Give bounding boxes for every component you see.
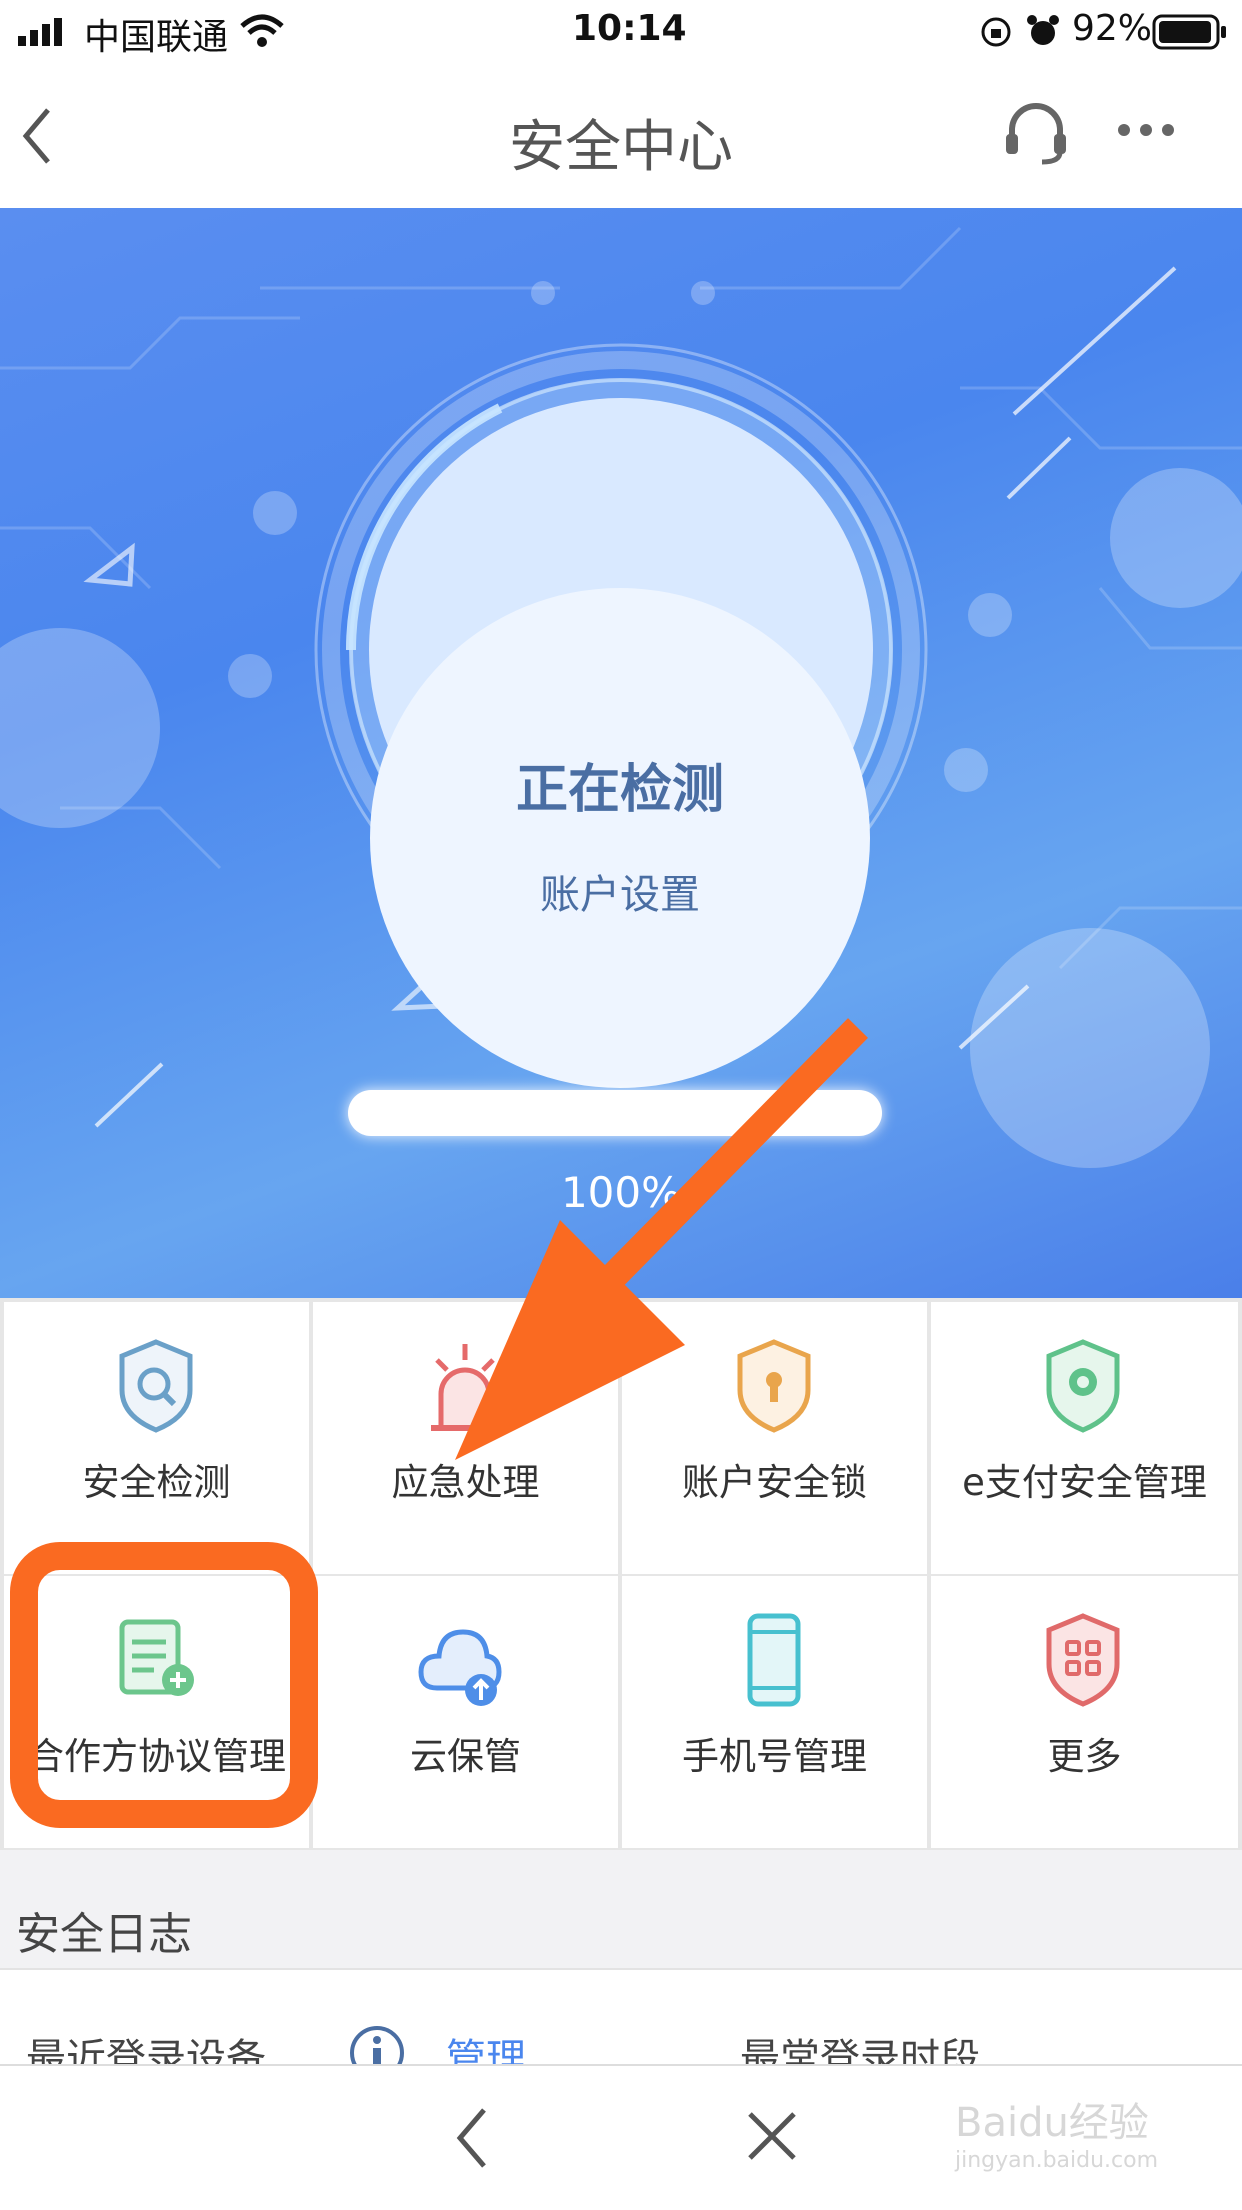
back-chevron-icon[interactable] (452, 2106, 492, 2170)
signal-icon (18, 18, 62, 46)
manage-link[interactable]: 管理 (446, 2026, 526, 2066)
grid-item-label: 账户安全锁 (682, 1461, 867, 1504)
grid-item-cloud-custody[interactable]: 云保管 (313, 1576, 618, 1848)
info-icon[interactable] (348, 2024, 406, 2066)
rotation-lock-icon (981, 17, 1011, 47)
common-time-label: 最常登录时段 (740, 2036, 980, 2066)
grid-item-account-lock[interactable]: 账户安全锁 (622, 1302, 927, 1574)
battery-percent: 92% (1072, 8, 1153, 49)
scan-status: 正在检测 (515, 759, 724, 820)
nav-bar: 安全中心 (0, 64, 1242, 210)
grid-item-label: 更多 (1047, 1735, 1122, 1778)
clock: 10:14 (572, 8, 687, 49)
grid-item-label: 云保管 (410, 1735, 521, 1778)
status-bar: 中国联通 10:14 92% (0, 0, 1242, 64)
cloud-upload-icon (418, 1629, 502, 1706)
carrier-label: 中国联通 (84, 17, 229, 58)
more-grid-icon (1046, 1613, 1120, 1707)
close-icon[interactable] (746, 2110, 798, 2162)
grid-item-partner-agreement[interactable]: 合作方协议管理 (4, 1576, 309, 1848)
search-shield-icon (119, 1339, 193, 1433)
security-log-panel: 最近登录设备 管理 最常登录时段 (0, 1968, 1242, 2066)
scan-item: 账户设置 (540, 871, 700, 918)
grid-item-label: 合作方协议管理 (27, 1735, 286, 1778)
security-log-title: 安全日志 (16, 1909, 192, 1960)
alarm-icon (1027, 15, 1059, 45)
security-scan-panel: 正在检测 账户设置 100% (0, 208, 1242, 1298)
document-add-icon (119, 1619, 194, 1696)
scan-progress-bar (348, 1090, 882, 1136)
grid-item-label: 手机号管理 (682, 1735, 867, 1778)
recent-device-label: 最近登录设备 (26, 2036, 266, 2066)
grid-item-emergency[interactable]: 应急处理 (313, 1302, 618, 1574)
baidu-watermark-url: jingyan.baidu.com (955, 2148, 1159, 2173)
phone-icon (747, 1613, 801, 1707)
lock-shield-icon (737, 1339, 811, 1433)
headset-icon[interactable] (1004, 100, 1068, 168)
gear-shield-icon (1046, 1339, 1120, 1433)
wifi-icon (240, 14, 284, 47)
grid-item-phone-management[interactable]: 手机号管理 (622, 1576, 927, 1848)
scan-circle: 正在检测 账户设置 (370, 588, 870, 1088)
grid-item-label: 应急处理 (391, 1461, 540, 1504)
function-grid: 安全检测 应急处理 账户安全锁 e支付安全管理 合作方协议管理 云保管 手机号管… (0, 1298, 1242, 1850)
alarm-light-icon (431, 1344, 499, 1431)
grid-item-epay-security[interactable]: e支付安全管理 (931, 1302, 1238, 1574)
more-dots-icon[interactable] (1116, 122, 1176, 138)
grid-item-security-check[interactable]: 安全检测 (4, 1302, 309, 1574)
scan-progress-text: 100% (560, 1168, 682, 1217)
baidu-watermark: Baidu经验 (955, 2100, 1149, 2146)
grid-item-label: 安全检测 (82, 1461, 231, 1504)
grid-item-label: e支付安全管理 (962, 1461, 1207, 1504)
battery-icon (1152, 14, 1226, 50)
grid-item-more[interactable]: 更多 (931, 1576, 1238, 1848)
